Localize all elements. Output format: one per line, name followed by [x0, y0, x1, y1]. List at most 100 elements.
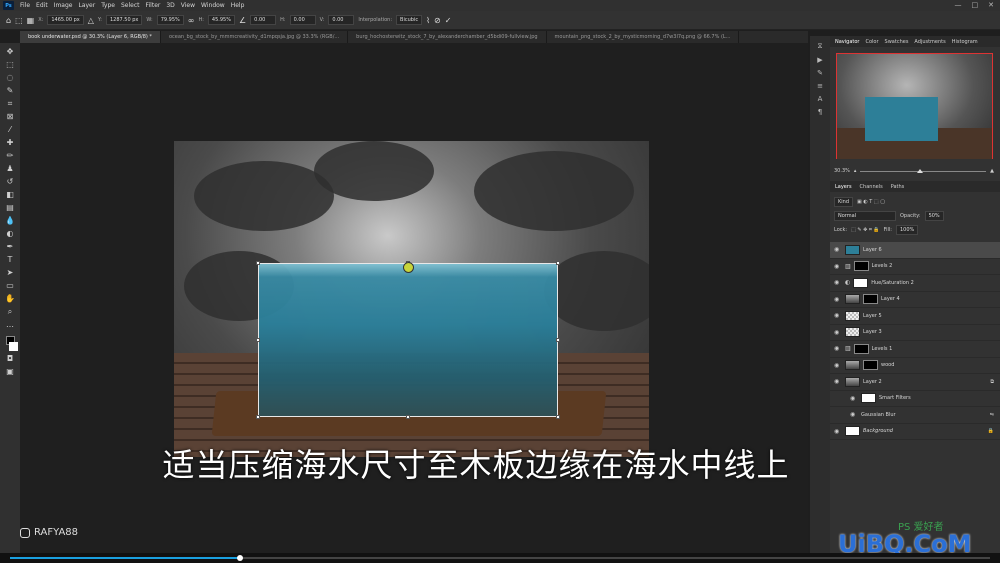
hskew-field[interactable]: 0.00	[289, 15, 316, 25]
x-field[interactable]: 1465.00 px	[47, 15, 84, 25]
eye-icon[interactable]: ◉	[834, 263, 842, 270]
video-progress-bar[interactable]	[0, 553, 1000, 563]
eye-icon[interactable]: ◉	[850, 395, 858, 402]
crop-tool-icon[interactable]: ⌗	[3, 98, 17, 109]
frame-tool-icon[interactable]: ⊠	[3, 111, 17, 122]
tab-navigator[interactable]: Navigator	[835, 39, 859, 45]
tab-adjustments[interactable]: Adjustments	[914, 39, 945, 45]
pen-tool-icon[interactable]: ✒	[3, 241, 17, 252]
layer-row[interactable]: ◉ Layer 6	[830, 242, 1000, 259]
menu-3d[interactable]: 3D	[163, 2, 177, 9]
warp-icon[interactable]: ⌇	[426, 16, 430, 25]
opacity-field[interactable]: 50%	[924, 211, 944, 221]
layer-row[interactable]: ◉ Layer 2 ⧉	[830, 374, 1000, 391]
transform-handle[interactable]	[256, 415, 260, 419]
reference-point-icon[interactable]: ▦	[27, 16, 35, 25]
link-icon[interactable]: ∞	[188, 16, 195, 25]
menu-help[interactable]: Help	[228, 2, 248, 9]
delta-icon[interactable]: △	[88, 16, 94, 25]
blur-tool-icon[interactable]: 💧	[3, 215, 17, 226]
transform-handle[interactable]	[406, 415, 410, 419]
eye-icon[interactable]: ◉	[834, 312, 842, 319]
tab-histogram[interactable]: Histogram	[952, 39, 978, 45]
layer-row[interactable]: ◉ ◐ Hue/Saturation 2	[830, 275, 1000, 292]
shape-tool-icon[interactable]: ▭	[3, 280, 17, 291]
zoom-slider[interactable]	[860, 168, 987, 173]
actions-panel-icon[interactable]: ▶	[817, 56, 822, 64]
gradient-tool-icon[interactable]: ▤	[3, 202, 17, 213]
commit-transform-icon[interactable]: ✓	[445, 16, 452, 25]
transform-handle[interactable]	[556, 261, 560, 265]
stamp-tool-icon[interactable]: ♟	[3, 163, 17, 174]
tab-mountain[interactable]: mountain_png_stock_2_by_mysticmorning_d7…	[547, 31, 740, 43]
transform-handle[interactable]	[256, 338, 260, 342]
marquee-tool-icon[interactable]: ⬚	[3, 59, 17, 70]
interpolation-select[interactable]: Bicubic	[396, 15, 423, 25]
transform-bounding-box[interactable]	[256, 261, 560, 419]
eye-icon[interactable]: ◉	[834, 378, 842, 385]
menu-edit[interactable]: Edit	[33, 2, 51, 9]
menu-select[interactable]: Select	[118, 2, 143, 9]
zoom-value[interactable]: 30.3%	[834, 168, 850, 174]
type-tool-icon[interactable]: T	[3, 254, 17, 265]
menu-view[interactable]: View	[178, 2, 198, 9]
lasso-tool-icon[interactable]: ◌	[3, 72, 17, 83]
close-button[interactable]: ✕	[988, 1, 994, 9]
eye-icon[interactable]: ◉	[834, 279, 842, 286]
character-panel-icon[interactable]: A	[818, 95, 823, 103]
eye-icon[interactable]: ◉	[834, 246, 842, 253]
tab-channels[interactable]: Channels	[860, 184, 883, 190]
tab-paths[interactable]: Paths	[891, 184, 905, 190]
background-color-swatch[interactable]	[8, 342, 18, 351]
screen-mode-icon[interactable]: ▣	[3, 366, 17, 377]
path-select-tool-icon[interactable]: ➤	[3, 267, 17, 278]
history-panel-icon[interactable]: ⧖	[818, 42, 823, 51]
h-field[interactable]: 45.95%	[207, 15, 235, 25]
zoom-tool-icon[interactable]: ⌕	[3, 306, 17, 317]
history-brush-icon[interactable]: ↺	[3, 176, 17, 187]
tab-ocean-bg[interactable]: ocean_bg_stock_by_mmmcreativity_d1mpqsja…	[161, 31, 349, 43]
more-tools-icon[interactable]: …	[3, 319, 17, 330]
eye-icon[interactable]: ◉	[834, 345, 842, 352]
menu-filter[interactable]: Filter	[143, 2, 164, 9]
zoom-out-icon[interactable]: ▴	[854, 168, 857, 174]
transform-handle[interactable]	[556, 415, 560, 419]
y-field[interactable]: 1287.50 px	[105, 15, 143, 25]
smart-filters-row[interactable]: ◉ Smart Filters	[830, 391, 1000, 407]
properties-panel-icon[interactable]: ≡	[817, 82, 823, 90]
lock-icons[interactable]: ⬚ ✎ ✥ ⌗ 🔒	[851, 227, 880, 233]
tab-burg[interactable]: burg_hochosterwitz_stock_7_by_alexanderc…	[348, 31, 547, 43]
eyedropper-tool-icon[interactable]: ⁄	[3, 124, 17, 135]
filter-icons[interactable]: ▣ ◐ T ⬚ ▢	[857, 199, 885, 205]
layer-row[interactable]: ◉ ▥ Levels 1	[830, 341, 1000, 358]
eraser-tool-icon[interactable]: ◧	[3, 189, 17, 200]
tab-book-underwater[interactable]: book underwater.psd @ 30.3% (Layer 6, RG…	[20, 31, 161, 43]
tab-swatches[interactable]: Swatches	[885, 39, 909, 45]
eye-icon[interactable]: ◉	[834, 428, 842, 435]
tab-color[interactable]: Color	[865, 39, 878, 45]
quick-mask-icon[interactable]: ◘	[3, 353, 17, 364]
tab-layers[interactable]: Layers	[835, 184, 852, 190]
hand-tool-icon[interactable]: ✋	[3, 293, 17, 304]
menu-window[interactable]: Window	[198, 2, 228, 9]
cancel-transform-icon[interactable]: ⊘	[434, 16, 441, 25]
brush-tool-icon[interactable]: ✏	[3, 150, 17, 161]
filter-options-icon[interactable]: ⇋	[990, 412, 994, 418]
gaussian-blur-row[interactable]: ◉ Gaussian Blur ⇋	[830, 407, 1000, 424]
transform-handle[interactable]	[256, 261, 260, 265]
dodge-tool-icon[interactable]: ◐	[3, 228, 17, 239]
eye-icon[interactable]: ◉	[834, 329, 842, 336]
layer-row[interactable]: ◉ Layer 5	[830, 308, 1000, 325]
angle-field[interactable]: 0.00	[250, 15, 277, 25]
move-tool-icon[interactable]: ✥	[3, 46, 17, 57]
w-field[interactable]: 79.95%	[156, 15, 184, 25]
transform-handle[interactable]	[556, 338, 560, 342]
kind-filter-select[interactable]: Kind	[834, 197, 854, 207]
menu-layer[interactable]: Layer	[75, 2, 98, 9]
minimize-button[interactable]: —	[955, 1, 962, 9]
paragraph-panel-icon[interactable]: ¶	[818, 108, 822, 116]
brush-panel-icon[interactable]: ✎	[817, 69, 823, 77]
layer-row[interactable]: ◉ Layer 4	[830, 292, 1000, 308]
vskew-field[interactable]: 0.00	[328, 15, 355, 25]
blend-mode-select[interactable]: Normal	[834, 211, 896, 221]
